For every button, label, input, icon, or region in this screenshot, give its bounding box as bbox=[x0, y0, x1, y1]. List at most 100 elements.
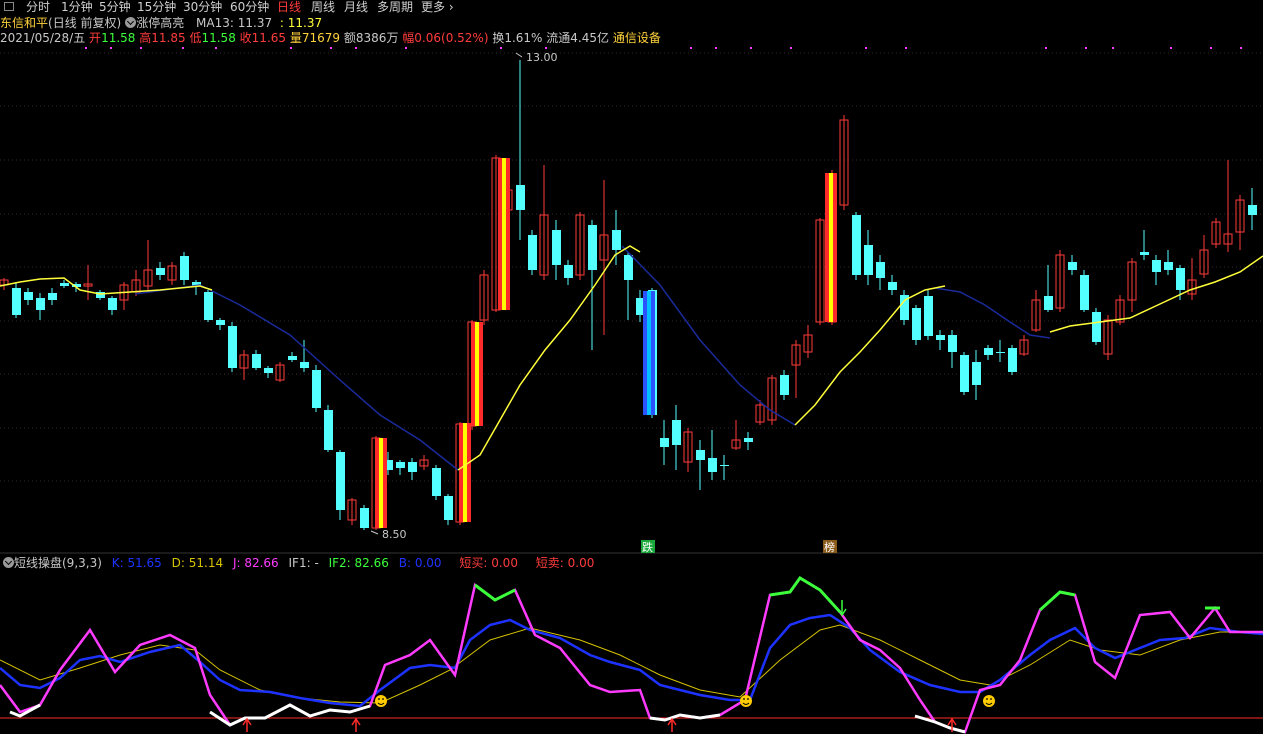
candle-body bbox=[852, 215, 861, 275]
signal-dot bbox=[865, 47, 867, 49]
j-oversold-segment bbox=[209, 703, 371, 727]
smiley-icon bbox=[740, 695, 752, 707]
candle-body bbox=[660, 438, 669, 447]
low-marker-arrow bbox=[370, 530, 379, 535]
short-buy-value: 短买: 0.00 bbox=[459, 556, 518, 570]
candle-body bbox=[252, 354, 261, 368]
indicator-name[interactable]: 短线操盘(9,3,3) bbox=[14, 556, 102, 570]
candle-body bbox=[780, 375, 789, 395]
candle-body bbox=[1044, 296, 1053, 310]
j-overbought-segment bbox=[1038, 590, 1076, 612]
kline-chart[interactable]: 13.00 8.50 跌 榜 bbox=[0, 0, 1263, 734]
candle-body bbox=[936, 335, 945, 340]
d-value: D: 51.14 bbox=[171, 556, 224, 570]
candle-body bbox=[48, 293, 57, 300]
short-sell-value: 短卖: 0.00 bbox=[535, 556, 595, 570]
candle-body bbox=[984, 348, 993, 355]
candle-body bbox=[216, 320, 225, 325]
signal-dot bbox=[405, 47, 407, 49]
down-badge-label: 跌 bbox=[642, 540, 653, 554]
indicator-dropdown-icon[interactable] bbox=[3, 557, 14, 568]
signal-dot bbox=[110, 47, 112, 49]
candle-body bbox=[432, 468, 441, 496]
candle-body bbox=[876, 262, 885, 278]
smiley-icon bbox=[983, 695, 995, 707]
signal-dot bbox=[140, 47, 142, 49]
candle-body bbox=[36, 298, 45, 310]
if2-value: IF2: 82.66 bbox=[328, 556, 389, 570]
candle-body bbox=[1092, 312, 1101, 342]
candle-body bbox=[996, 352, 1005, 353]
signal-dot bbox=[1085, 47, 1087, 49]
candle-body bbox=[924, 296, 933, 336]
if1-value: IF1: - bbox=[288, 556, 319, 570]
signal-dot bbox=[715, 47, 717, 49]
candle-body bbox=[264, 368, 273, 373]
candle-body bbox=[864, 245, 873, 275]
signal-dot bbox=[1170, 47, 1172, 49]
candle-body bbox=[1176, 268, 1185, 290]
j-line bbox=[0, 576, 1263, 734]
candle-body bbox=[720, 465, 729, 466]
signal-dot bbox=[182, 47, 184, 49]
candle-body bbox=[516, 185, 525, 210]
candle-body bbox=[612, 230, 621, 250]
smiley-eye bbox=[990, 698, 992, 700]
candle-body bbox=[624, 255, 633, 280]
candle-body bbox=[300, 362, 309, 368]
signal-dot bbox=[330, 47, 332, 49]
limit-down-candle-core bbox=[647, 291, 651, 415]
candle-body bbox=[1164, 262, 1173, 270]
ma-line-yellow bbox=[794, 285, 946, 426]
candle-body bbox=[1140, 252, 1149, 255]
candle-body bbox=[228, 326, 237, 368]
candle-body bbox=[204, 292, 213, 320]
smiley-eye bbox=[743, 698, 745, 700]
candle-body bbox=[396, 462, 405, 468]
candle-body bbox=[324, 410, 333, 450]
candle-body bbox=[912, 308, 921, 340]
candle-body bbox=[528, 235, 537, 270]
j-overbought-segment bbox=[474, 583, 516, 602]
candle-body bbox=[744, 438, 753, 442]
candle-body bbox=[708, 458, 717, 472]
limit-up-candle-core bbox=[379, 438, 383, 528]
limit-up-candle-core bbox=[475, 322, 479, 426]
candle-body bbox=[312, 370, 321, 408]
j-value: J: 82.66 bbox=[232, 556, 279, 570]
signal-dot bbox=[790, 47, 792, 49]
low-price-label: 8.50 bbox=[382, 528, 407, 541]
candle-body bbox=[180, 256, 189, 280]
smiley-icon bbox=[375, 695, 387, 707]
candle-body bbox=[12, 288, 21, 315]
limit-up-candle-core bbox=[829, 173, 833, 322]
high-marker-arrow bbox=[515, 52, 523, 58]
signal-dot bbox=[690, 47, 692, 49]
candle-body bbox=[1152, 260, 1161, 272]
ma-line-navy bbox=[134, 284, 459, 471]
candle-body bbox=[60, 283, 69, 286]
candle-body bbox=[888, 282, 897, 290]
candle-body bbox=[288, 356, 297, 360]
smiley-eye bbox=[747, 698, 749, 700]
candle-body bbox=[1068, 262, 1077, 270]
smiley-eye bbox=[986, 698, 988, 700]
candle-body bbox=[336, 452, 345, 510]
smiley-eye bbox=[382, 698, 384, 700]
smiley-eye bbox=[378, 698, 380, 700]
signal-dot bbox=[1210, 47, 1212, 49]
candle-body bbox=[1248, 205, 1257, 215]
high-price-label: 13.00 bbox=[526, 51, 558, 64]
ma-line-yellow bbox=[457, 245, 641, 471]
signal-dot bbox=[545, 47, 547, 49]
rank-badge-label: 榜 bbox=[824, 540, 835, 554]
signal-dot bbox=[1240, 47, 1242, 49]
signal-dot bbox=[1112, 47, 1114, 49]
candle-body bbox=[1080, 275, 1089, 310]
candle-body bbox=[156, 268, 165, 275]
limit-up-candle-core bbox=[463, 423, 467, 522]
signal-dot bbox=[355, 47, 357, 49]
j-overbought-segment bbox=[769, 576, 842, 614]
signal-dot bbox=[500, 47, 502, 49]
candle-body bbox=[108, 298, 117, 310]
